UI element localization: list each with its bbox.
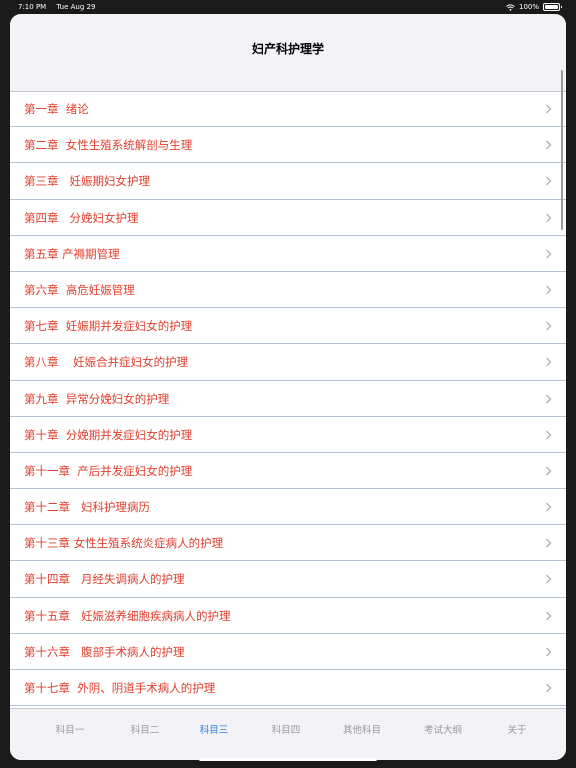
app-sheet: 妇产科护理学 第一章 绪论 第二章 女性生殖系统解剖与生理 第三章 妊娠期妇女护理第… (10, 14, 566, 760)
list-item[interactable]: 第一章 绪论 (10, 91, 566, 128)
nav-header: 妇产科护理学 (10, 14, 566, 92)
tab-item[interactable]: 考试大纲 (403, 722, 483, 736)
tab-item[interactable]: 其他科目 (322, 722, 402, 736)
wifi-icon (506, 3, 515, 11)
list-item[interactable]: 第十六章 腹部手术病人的护理 (10, 634, 566, 670)
chevron-right-icon (546, 611, 552, 621)
chevron-right-icon (546, 394, 552, 403)
list-item[interactable]: 第十四章 月经失调病人的护理 (10, 561, 566, 598)
battery-icon (543, 3, 562, 11)
chapter-label: 第十六章 腹部手术病人的护理 (24, 644, 185, 659)
list-item[interactable]: 第九章 异常分娩妇女的护理 (10, 381, 566, 417)
page-title: 妇产科护理学 (251, 42, 324, 56)
tab-item[interactable]: 科目二 (105, 722, 185, 736)
chapter-label: 第十四章 月经失调病人的护理 (24, 572, 185, 587)
list-item[interactable]: 第二章 女性生殖系统解剖与生理 (10, 127, 566, 164)
chevron-right-icon (546, 466, 552, 476)
tab-item[interactable]: 科目三 (174, 722, 254, 736)
tab-item[interactable]: 科目一 (30, 722, 110, 736)
list-item[interactable]: 第八章 妊娠合并症妇女的护理 (10, 344, 566, 381)
chevron-right-icon (546, 357, 552, 367)
list-item[interactable]: 第三章 妊娠期妇女护理 (10, 163, 566, 200)
chevron-right-icon (546, 285, 552, 295)
chapter-list[interactable]: 第一章 绪论第二章 女性生殖系统解剖与生理 第三章 妊娠期妇女护理 第四章 分娩妇女… (10, 91, 566, 724)
chapter-label: 第六章 高危妊娠管理 (24, 282, 135, 297)
chevron-right-icon (546, 104, 552, 114)
chapter-label: 第三章 妊娠期妇女护理 (24, 174, 150, 189)
chapter-label: 第一章 绪论 (24, 102, 89, 116)
list-item[interactable]: 第六章 高危妊娠管理 (10, 272, 566, 309)
chevron-right-icon (546, 538, 552, 548)
status-time: 7:10 PM (18, 3, 47, 11)
list-item[interactable]: 第十三章 女性生殖系统炎症病人的护理 (10, 525, 566, 562)
home-indicator[interactable] (199, 758, 377, 761)
chapter-label: 第十章 分娩期并发症妇女的护理 (24, 427, 193, 442)
chevron-right-icon (546, 430, 552, 440)
tab-bar: 科目一 科目二 科目三 科目四 其他科目 考试大纲 关于 (10, 708, 566, 760)
tab-item[interactable]: 关于 (477, 722, 557, 736)
chevron-right-icon (546, 176, 552, 186)
battery-percent: 100% (518, 3, 539, 11)
chapter-label: 第十七章 外阴、阴道手术病人的护理 (24, 681, 216, 695)
chapter-label: 第十三章 女性生殖系统炎症病人的护理 (24, 536, 224, 551)
status-date: Tue Aug 29 (56, 3, 96, 11)
list-item[interactable]: 第四章 分娩妇女护理 (10, 200, 566, 236)
chapter-label: 第十一章 产后并发症妇女的护理 (24, 463, 193, 478)
chapter-label: 第十二章 妇科护理病历 (24, 500, 150, 515)
chevron-right-icon (546, 574, 552, 584)
list-item[interactable]: 第十二章 妇科护理病历 (10, 489, 566, 526)
chevron-right-icon (546, 140, 552, 150)
chapter-label: 第十五章 妊娠滋养细胞疾病病人的护理 (24, 608, 231, 623)
tab-item[interactable]: 科目四 (246, 722, 326, 736)
chapter-label: 第七章 妊娠期并发症妇女的护理 (24, 319, 193, 334)
list-item[interactable]: 第十七章 外阴、阴道手术病人的护理 (10, 670, 566, 707)
list-item[interactable]: 第十一章 产后并发症妇女的护理 (10, 453, 566, 490)
chevron-right-icon (546, 213, 552, 223)
scroll-indicator[interactable] (561, 70, 563, 230)
chevron-right-icon (546, 249, 552, 259)
status-bar: 7:10 PM Tue Aug 29 100% (0, 0, 576, 14)
chevron-right-icon (546, 647, 552, 657)
chapter-label: 第四章 分娩妇女护理 (24, 210, 139, 225)
chapter-label: 第八章 妊娠合并症妇女的护理 (24, 355, 189, 370)
chapter-label: 第二章 女性生殖系统解剖与生理 (24, 138, 193, 153)
chapter-label: 第九章 异常分娩妇女的护理 (24, 391, 170, 406)
list-item[interactable]: 第十章 分娩期并发症妇女的护理 (10, 417, 566, 453)
list-item[interactable]: 第五章 产褥期管理 (10, 236, 566, 272)
chapter-label: 第五章 产褥期管理 (24, 246, 120, 261)
chevron-right-icon (546, 321, 552, 331)
chevron-right-icon (546, 683, 552, 693)
list-item[interactable]: 第十五章 妊娠滋养细胞疾病病人的护理 (10, 598, 566, 634)
list-item[interactable]: 第七章 妊娠期并发症妇女的护理 (10, 308, 566, 345)
chevron-right-icon (546, 502, 552, 512)
